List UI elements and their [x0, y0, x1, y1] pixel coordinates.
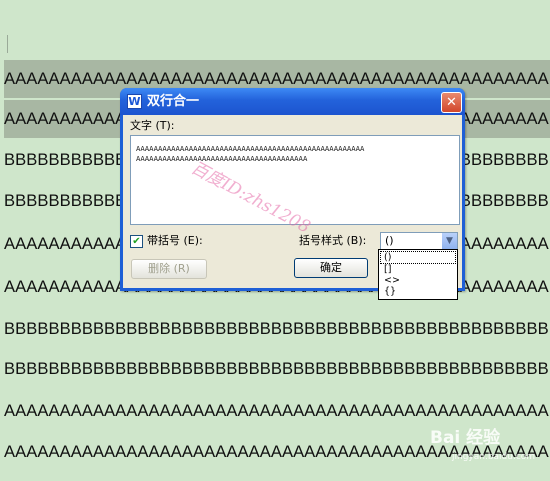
bracket-option-angle[interactable]: <>: [381, 275, 455, 286]
bracket-option-paren[interactable]: (): [380, 251, 456, 264]
baidu-jingyan-logo: Bai 经验: [430, 428, 501, 448]
bracket-checkbox-label[interactable]: 带括号 (E):: [147, 234, 203, 248]
bracket-option-square[interactable]: []: [381, 264, 455, 275]
bracket-option-curly[interactable]: {}: [381, 286, 455, 297]
dialog-titlebar[interactable]: W 双行合一 ✕: [120, 88, 465, 115]
document-line-8[interactable]: BBBBBBBBBBBBBBBBBBBBBBBBBBBBBBBBBBBBBBBB…: [4, 350, 550, 388]
wps-app-icon: W: [127, 94, 142, 109]
ok-button[interactable]: 确定: [294, 258, 368, 278]
bracket-checkbox[interactable]: ✔: [130, 235, 143, 248]
document-line-9[interactable]: AAAAAAAAAAAAAAAAAAAAAAAAAAAAAAAAAAAAAAAA…: [4, 392, 550, 430]
brand-url: jingyan.baidu.com: [452, 452, 536, 462]
dialog-title: 双行合一: [147, 94, 200, 109]
text-cursor: [7, 35, 8, 53]
bracket-style-label: 括号样式 (B):: [299, 234, 367, 247]
delete-button[interactable]: 删除 (R): [131, 259, 207, 279]
bracket-style-dropdown-list: () [] <> {}: [378, 249, 458, 300]
bracket-style-value: (): [385, 234, 394, 247]
text-input-line-2: AAAAAAAAAAAAAAAAAAAAAAAAAAAAAAAAAAAAAAA: [136, 154, 308, 163]
bracket-style-select[interactable]: () ▼: [380, 232, 458, 250]
chevron-down-icon[interactable]: ▼: [442, 233, 457, 249]
text-input-line-1: AAAAAAAAAAAAAAAAAAAAAAAAAAAAAAAAAAAAAAAA…: [136, 144, 365, 153]
close-button[interactable]: ✕: [441, 92, 462, 113]
text-label: 文字 (T):: [130, 119, 175, 132]
document-line-7[interactable]: BBBBBBBBBBBBBBBBBBBBBBBBBBBBBBBBBBBBBBBB…: [4, 310, 550, 348]
